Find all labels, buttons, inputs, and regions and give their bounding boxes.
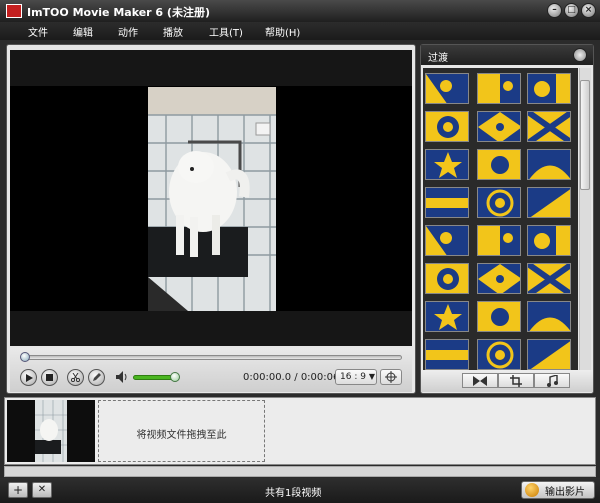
preview-letterbox-bottom [10, 311, 412, 346]
seek-bar[interactable] [22, 355, 402, 360]
transition-thumbnail[interactable] [477, 263, 521, 294]
time-display: 0:00:00.0 / 0:00:06.6 [243, 372, 349, 383]
play-button[interactable] [20, 369, 37, 386]
transition-thumbnail[interactable] [527, 301, 571, 332]
transition-thumbnail[interactable] [425, 263, 469, 294]
aspect-ratio-value: 16 : 9 [340, 372, 366, 382]
chevron-down-icon: ▼ [368, 372, 375, 381]
window-title: ImTOO Movie Maker 6 (未注册) [27, 6, 210, 19]
minimize-button[interactable]: – [547, 3, 562, 18]
drop-zone-hint: 将视频文件拖拽至此 [136, 430, 227, 441]
transition-thumbnail[interactable] [527, 187, 571, 218]
transition-panel-title: 过渡 [428, 53, 448, 64]
close-button[interactable]: × [581, 3, 596, 18]
menu-tools[interactable]: 工具(T) [209, 24, 243, 39]
edit-button[interactable] [88, 369, 105, 386]
tab-transition[interactable] [462, 373, 498, 388]
status-summary: 共有1段视频 [265, 488, 322, 499]
add-button[interactable]: + [8, 482, 28, 498]
transition-thumbnail[interactable] [477, 149, 521, 180]
stop-icon [46, 374, 53, 381]
preview-letterbox-top [10, 50, 412, 86]
crosshair-icon [385, 371, 397, 383]
film-reel-icon [525, 483, 539, 497]
transition-thumbnail[interactable] [527, 339, 571, 370]
transition-thumbnail[interactable] [527, 73, 571, 104]
timeline-scrollbar[interactable] [4, 466, 596, 477]
transition-thumbnail[interactable] [477, 301, 521, 332]
transition-thumbnail[interactable] [527, 149, 571, 180]
transition-thumbnail[interactable] [425, 149, 469, 180]
menu-play[interactable]: 播放 [163, 24, 183, 39]
fit-view-button[interactable] [380, 369, 402, 385]
tab-music[interactable] [534, 373, 570, 388]
transition-thumbnail[interactable] [425, 111, 469, 142]
transition-grid [423, 68, 578, 370]
app-logo-icon [6, 4, 22, 18]
tab-crop[interactable] [498, 373, 534, 388]
cut-button[interactable] [67, 369, 84, 386]
crop-icon [510, 374, 522, 387]
export-movie-label: 输出影片 [545, 487, 585, 498]
menu-help[interactable]: 帮助(H) [265, 24, 300, 39]
volume-icon[interactable] [115, 370, 129, 384]
transition-thumbnail[interactable] [477, 111, 521, 142]
transition-thumbnail[interactable] [477, 73, 521, 104]
aspect-ratio-select[interactable]: 16 : 9 ▼ [335, 369, 377, 385]
transition-thumbnail[interactable] [425, 301, 469, 332]
scissors-icon [71, 373, 80, 382]
menu-edit[interactable]: 编辑 [73, 24, 93, 39]
seek-handle[interactable] [20, 352, 30, 362]
menu-action[interactable]: 动作 [118, 24, 138, 39]
transition-thumbnail[interactable] [425, 339, 469, 370]
transition-thumbnail[interactable] [527, 263, 571, 294]
transition-thumbnail[interactable] [425, 73, 469, 104]
transition-thumbnail[interactable] [425, 187, 469, 218]
music-note-icon [547, 374, 558, 387]
transition-thumbnail[interactable] [527, 225, 571, 256]
transition-thumbnail[interactable] [527, 111, 571, 142]
transition-thumbnail[interactable] [477, 339, 521, 370]
volume-handle[interactable] [169, 372, 180, 382]
transition-thumbnail[interactable] [477, 187, 521, 218]
transition-thumbnail[interactable] [477, 225, 521, 256]
remove-button[interactable]: ✕ [32, 482, 52, 498]
maximize-button[interactable]: □ [564, 3, 579, 18]
transition-thumbnail[interactable] [425, 225, 469, 256]
transition-icon [473, 375, 487, 386]
menu-file[interactable]: 文件 [28, 24, 48, 39]
play-icon [25, 373, 33, 382]
video-frame-image [148, 87, 276, 311]
stop-button[interactable] [41, 369, 58, 386]
gear-icon[interactable] [573, 48, 587, 62]
video-clip-thumbnail[interactable] [7, 400, 95, 462]
transition-scrollbar-thumb[interactable] [580, 80, 590, 190]
pencil-icon [93, 373, 101, 381]
